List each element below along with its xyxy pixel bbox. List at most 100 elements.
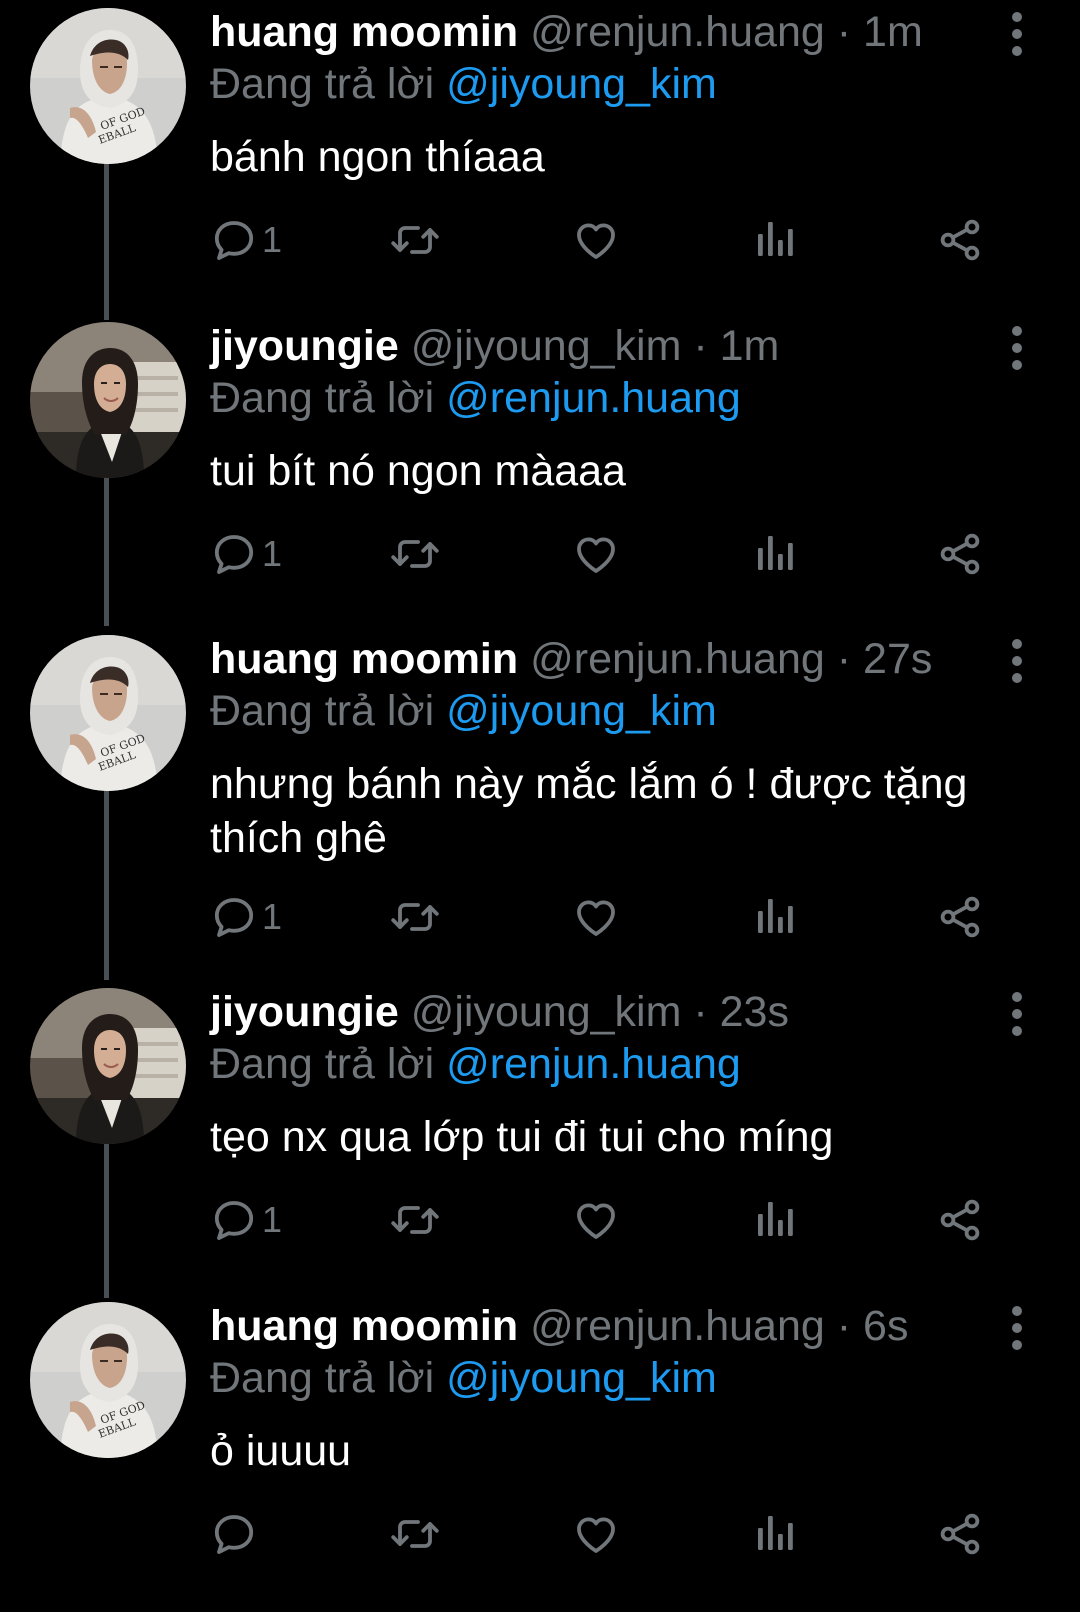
tweet-text: bánh ngon thíaaa xyxy=(210,133,545,181)
replying-to: Đang trả lời @jiyoung_kim xyxy=(210,685,717,737)
retweet-icon xyxy=(388,1510,442,1558)
user-handle[interactable]: @jiyoung_kim xyxy=(411,322,682,370)
tweet-header: huang moomin @renjun.huang · 1m xyxy=(210,6,923,58)
retweet-icon xyxy=(388,1196,442,1244)
share-icon xyxy=(936,216,984,264)
tweet-header: huang moomin @renjun.huang · 6s xyxy=(210,1300,908,1352)
separator-dot: · xyxy=(836,1302,852,1350)
separator-dot: · xyxy=(836,8,852,56)
more-vertical-icon[interactable] xyxy=(1000,639,1034,683)
reply-button[interactable]: 1 xyxy=(210,1192,282,1248)
more-vertical-icon[interactable] xyxy=(1000,992,1034,1036)
timestamp[interactable]: 23s xyxy=(720,988,789,1036)
reply-button[interactable]: 1 xyxy=(210,212,282,268)
reply-icon xyxy=(210,893,258,941)
timestamp[interactable]: 6s xyxy=(863,1302,908,1350)
replying-to: Đang trả lời @renjun.huang xyxy=(210,1038,741,1090)
share-icon xyxy=(936,530,984,578)
views-icon xyxy=(754,1510,798,1558)
retweet-button[interactable] xyxy=(388,1506,442,1562)
reply-button[interactable]: 1 xyxy=(210,889,282,945)
reply-count: 1 xyxy=(262,219,283,260)
timestamp[interactable]: 1m xyxy=(720,322,780,370)
heart-icon xyxy=(572,1196,620,1244)
replying-to-mention[interactable]: @jiyoung_kim xyxy=(446,60,717,108)
avatar[interactable]: OF GOD EBALL xyxy=(30,1302,186,1458)
retweet-button[interactable] xyxy=(388,526,442,582)
retweet-icon xyxy=(388,893,442,941)
reply-icon xyxy=(210,530,258,578)
tweet-header: jiyoungie @jiyoung_kim · 23s xyxy=(210,986,789,1038)
retweet-button[interactable] xyxy=(388,212,442,268)
like-button[interactable] xyxy=(572,1506,620,1562)
tweet-actions: 1 xyxy=(210,889,1010,945)
tweet-actions: 1 xyxy=(210,1192,1010,1248)
reply-thread: OF GOD EBALL huang moomin @renjun.huang … xyxy=(0,0,1080,1612)
retweet-icon xyxy=(388,530,442,578)
share-button[interactable] xyxy=(936,1192,984,1248)
avatar[interactable]: OF GOD EBALL xyxy=(30,635,186,791)
share-icon xyxy=(936,893,984,941)
heart-icon xyxy=(572,216,620,264)
views-icon xyxy=(754,893,798,941)
display-name[interactable]: jiyoungie xyxy=(210,988,399,1036)
user-handle[interactable]: @renjun.huang xyxy=(530,635,825,683)
views-button[interactable] xyxy=(754,212,798,268)
more-vertical-icon[interactable] xyxy=(1000,326,1034,370)
tweet-text: ỏ iuuuu xyxy=(210,1427,352,1475)
like-button[interactable] xyxy=(572,212,620,268)
replying-to-label: Đang trả lời xyxy=(210,687,435,735)
tweet-header: huang moomin @renjun.huang · 27s xyxy=(210,633,932,685)
tweet-header: jiyoungie @jiyoung_kim · 1m xyxy=(210,320,779,372)
reply-count: 1 xyxy=(262,1199,283,1240)
views-button[interactable] xyxy=(754,889,798,945)
share-button[interactable] xyxy=(936,526,984,582)
views-button[interactable] xyxy=(754,1506,798,1562)
tweet-text: nhưng bánh này mắc lắm ó ! được tặng thí… xyxy=(210,760,968,862)
timestamp[interactable]: 1m xyxy=(863,8,923,56)
retweet-button[interactable] xyxy=(388,889,442,945)
tweet[interactable]: OF GOD EBALL huang moomin @renjun.huang … xyxy=(0,627,1080,941)
views-button[interactable] xyxy=(754,1192,798,1248)
share-button[interactable] xyxy=(936,889,984,945)
user-handle[interactable]: @jiyoung_kim xyxy=(411,988,682,1036)
tweet[interactable]: OF GOD EBALL huang moomin @renjun.huang … xyxy=(0,0,1080,314)
replying-to-mention[interactable]: @jiyoung_kim xyxy=(446,687,717,735)
separator-dot: · xyxy=(693,988,708,1036)
reply-button[interactable]: 1 xyxy=(210,526,282,582)
tweet-text: tẹo nx qua lớp tui đi tui cho míng xyxy=(210,1113,834,1161)
display-name[interactable]: jiyoungie xyxy=(210,322,399,370)
display-name[interactable]: huang moomin xyxy=(210,635,518,683)
timestamp[interactable]: 27s xyxy=(863,635,932,683)
more-vertical-icon[interactable] xyxy=(1000,1306,1034,1350)
replying-to-mention[interactable]: @renjun.huang xyxy=(446,1040,741,1088)
avatar[interactable] xyxy=(30,322,186,478)
replying-to-label: Đang trả lời xyxy=(210,1040,435,1088)
display-name[interactable]: huang moomin xyxy=(210,1302,518,1350)
user-handle[interactable]: @renjun.huang xyxy=(530,8,825,56)
reply-button[interactable] xyxy=(210,1506,258,1562)
share-icon xyxy=(936,1510,984,1558)
avatar[interactable] xyxy=(30,988,186,1144)
avatar[interactable]: OF GOD EBALL xyxy=(30,8,186,164)
display-name[interactable]: huang moomin xyxy=(210,8,518,56)
reply-icon xyxy=(210,1510,258,1558)
replying-to-mention[interactable]: @jiyoung_kim xyxy=(446,1354,717,1402)
like-button[interactable] xyxy=(572,526,620,582)
tweet[interactable]: jiyoungie @jiyoung_kim · 1m Đang trả lời … xyxy=(0,314,1080,628)
retweet-button[interactable] xyxy=(388,1192,442,1248)
separator-dot: · xyxy=(836,635,852,683)
like-button[interactable] xyxy=(572,1192,620,1248)
heart-icon xyxy=(572,1510,620,1558)
tweet[interactable]: OF GOD EBALL huang moomin @renjun.huang … xyxy=(0,1294,1080,1608)
tweet[interactable]: jiyoungie @jiyoung_kim · 23s Đang trả lời… xyxy=(0,980,1080,1294)
views-button[interactable] xyxy=(754,526,798,582)
share-button[interactable] xyxy=(936,212,984,268)
share-button[interactable] xyxy=(936,1506,984,1562)
replying-to-label: Đang trả lời xyxy=(210,60,435,108)
replying-to-mention[interactable]: @renjun.huang xyxy=(446,374,741,422)
user-handle[interactable]: @renjun.huang xyxy=(530,1302,825,1350)
replying-to-label: Đang trả lời xyxy=(210,374,435,422)
like-button[interactable] xyxy=(572,889,620,945)
more-vertical-icon[interactable] xyxy=(1000,12,1034,56)
